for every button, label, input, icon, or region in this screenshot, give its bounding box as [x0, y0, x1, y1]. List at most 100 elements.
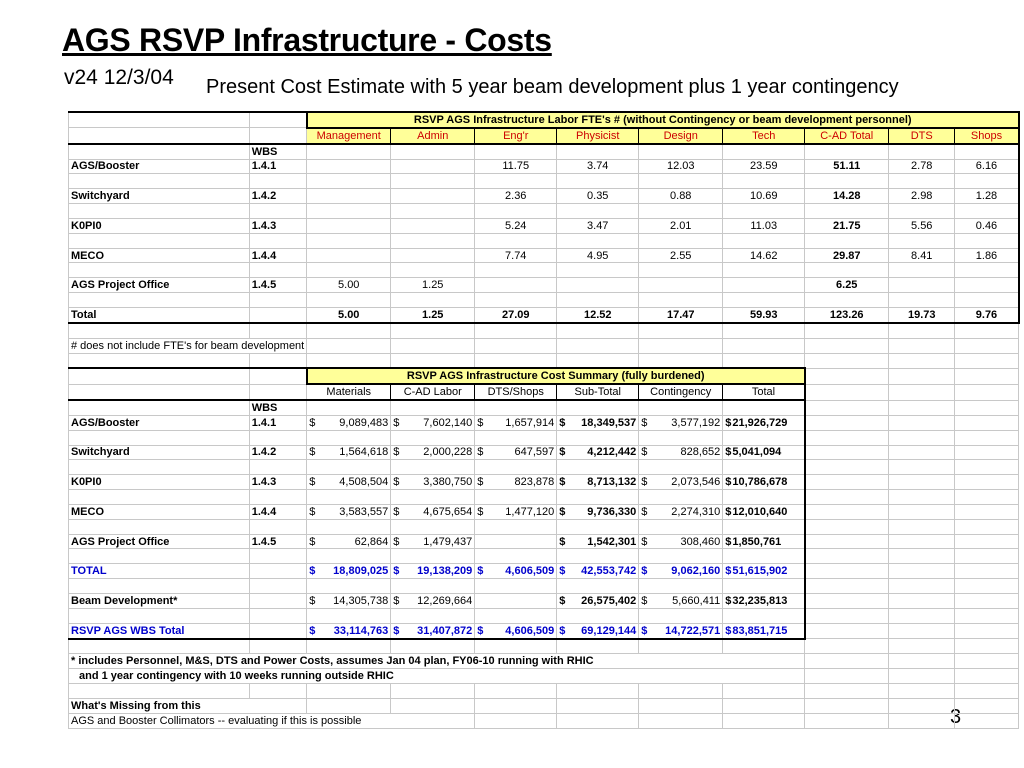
currency-symbol: $ — [641, 446, 648, 459]
labor-footnote-row: # does not include FTE's for beam develo… — [67, 337, 1020, 354]
currency-symbol: $ — [309, 446, 316, 459]
empty-cell — [888, 322, 956, 339]
blank-row — [68, 607, 1020, 624]
empty-cell — [954, 367, 1020, 385]
empty-cell — [804, 262, 890, 279]
empty-cell — [888, 429, 956, 446]
empty-cell — [638, 459, 724, 476]
labor-value: 6.25 — [804, 277, 890, 294]
wbs-header: WBS — [248, 142, 308, 160]
amount: 3,380,750 — [423, 476, 473, 489]
empty-cell — [888, 712, 956, 729]
empty-cell — [390, 489, 476, 505]
empty-cell — [804, 337, 890, 354]
empty-cell — [954, 622, 1020, 640]
empty-cell — [390, 607, 476, 624]
empty-cell — [248, 367, 308, 385]
empty-cell — [306, 292, 392, 308]
currency-symbol: $ — [477, 476, 484, 489]
empty-cell — [556, 578, 640, 594]
empty-cell — [888, 638, 956, 655]
empty-cell — [474, 712, 558, 729]
empty-cell — [390, 337, 476, 354]
empty-cell — [556, 399, 640, 416]
empty-cell — [68, 638, 250, 655]
empty-cell — [474, 518, 558, 535]
labor-value: 59.93 — [722, 306, 806, 324]
empty-cell — [722, 292, 806, 308]
currency-symbol: $ — [309, 416, 316, 429]
empty-cell — [888, 578, 956, 594]
cost-value: $10,786,678 — [722, 474, 806, 491]
empty-cell — [306, 337, 392, 354]
empty-cell — [248, 548, 308, 565]
empty-cell — [804, 683, 890, 699]
cost-wbs-row: WBS — [68, 399, 1020, 416]
empty-cell — [306, 578, 392, 594]
empty-cell — [888, 622, 956, 640]
money-value: $4,606,509 — [477, 625, 554, 637]
labor-value: 5.24 — [474, 217, 558, 234]
row-label: MECO — [68, 247, 250, 264]
amount: 12,269,664 — [417, 594, 473, 607]
empty-cell — [474, 262, 558, 279]
money-value: $3,583,557 — [309, 506, 388, 518]
labor-value: 23.59 — [722, 158, 806, 175]
blank-row — [68, 232, 1020, 249]
currency-symbol: $ — [559, 535, 566, 548]
cost-value: $3,577,192 — [638, 414, 724, 431]
empty-cell — [556, 518, 640, 535]
cost-value: $1,657,914 — [474, 414, 558, 431]
blank-row — [68, 173, 1020, 190]
empty-cell — [954, 593, 1020, 609]
empty-cell — [474, 683, 558, 699]
empty-cell — [638, 322, 724, 339]
empty-cell — [68, 548, 250, 565]
cost-value: $1,850,761 — [722, 533, 806, 550]
row-label: AGS/Booster — [68, 414, 250, 431]
labor-value: 11.03 — [722, 217, 806, 234]
empty-cell — [556, 548, 640, 565]
empty-cell — [638, 142, 724, 160]
cost-value: $2,000,228 — [390, 444, 476, 461]
cost-value: $828,652 — [638, 444, 724, 461]
amount: 8,713,132 — [587, 476, 637, 489]
labor-value: 19.73 — [888, 306, 956, 324]
cost-value — [474, 593, 558, 609]
amount: 19,138,209 — [417, 565, 473, 578]
empty-cell — [954, 503, 1020, 520]
amount: 51,615,902 — [732, 565, 788, 578]
labor-wbs-row: WBS — [68, 142, 1020, 160]
cost-value: $1,479,437 — [390, 533, 476, 550]
empty-cell — [888, 383, 956, 401]
currency-symbol: $ — [641, 416, 648, 429]
currency-symbol: $ — [725, 476, 732, 489]
empty-cell — [474, 548, 558, 565]
cost-value: $9,089,483 — [306, 414, 392, 431]
empty-cell — [638, 638, 724, 655]
empty-cell — [954, 638, 1020, 655]
labor-col-header: Admin — [390, 127, 476, 145]
amount: 823,878 — [514, 476, 555, 489]
amount: 26,575,402 — [581, 594, 637, 607]
money-value: $19,138,209 — [393, 565, 472, 577]
empty-cell — [954, 607, 1020, 624]
currency-symbol: $ — [309, 505, 316, 518]
empty-cell — [306, 399, 392, 416]
currency-symbol: $ — [477, 505, 484, 518]
empty-cell — [888, 173, 956, 190]
empty-cell — [888, 459, 956, 476]
labor-value — [306, 247, 392, 264]
empty-cell — [888, 503, 956, 520]
row-label: Switchyard — [68, 444, 250, 461]
cost-value: $33,114,763 — [306, 622, 392, 640]
labor-value: 9.76 — [954, 306, 1020, 324]
money-value: $42,553,742 — [559, 565, 636, 577]
cost-value: $1,477,120 — [474, 503, 558, 520]
empty-cell — [804, 668, 890, 685]
empty-cell — [954, 533, 1020, 550]
empty-cell — [638, 352, 724, 369]
note2-row: and 1 year contingency with 10 weeks run… — [67, 668, 1020, 685]
blank-row — [68, 292, 1020, 308]
cost-row: Switchyard 1.4.2 $1,564,618 $2,000,228 $647,… — [68, 444, 1020, 461]
